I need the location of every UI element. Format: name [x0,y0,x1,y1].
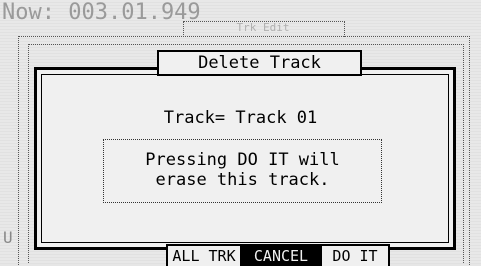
softkey-bar: ALL TRK CANCEL DO IT [166,244,390,266]
background-screen-title: Trk Edit [236,21,290,34]
warning-message-box: Pressing DO IT will erase this track. [103,139,382,203]
background-side-letter: U [3,228,13,247]
warning-message-line-1: Pressing DO IT will [145,150,340,170]
now-position-readout: Now: 003.01.949 [2,0,201,25]
all-trk-softkey[interactable]: ALL TRK [166,244,242,266]
dialog-title: Delete Track [157,50,362,76]
cancel-softkey[interactable]: CANCEL [242,244,320,266]
warning-message-line-2: erase this track. [155,170,330,190]
track-selection-line: Track= Track 01 [163,108,318,128]
do-it-softkey[interactable]: DO IT [320,244,390,266]
